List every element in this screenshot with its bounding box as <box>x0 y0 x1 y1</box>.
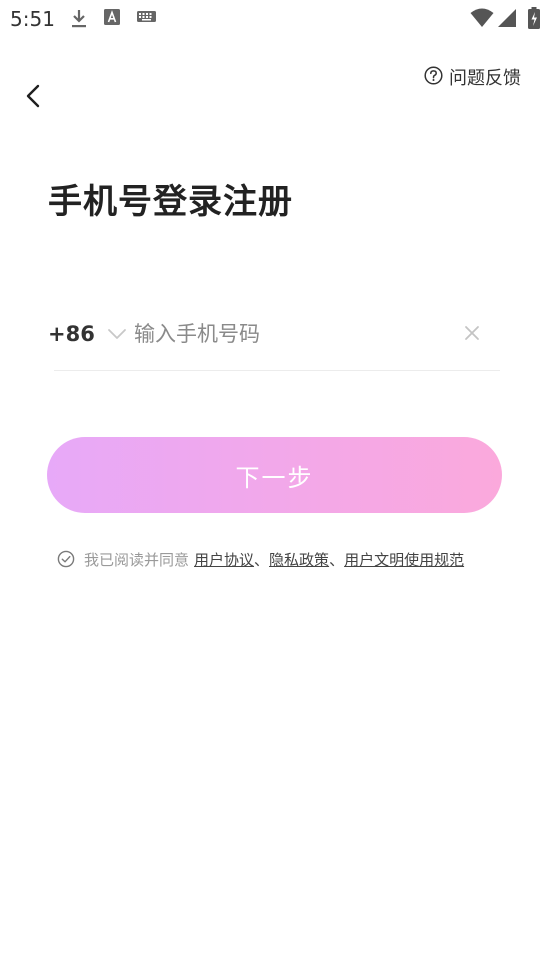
keyboard-icon <box>137 9 157 29</box>
wifi-icon <box>470 8 494 32</box>
country-code-selector[interactable]: +86 <box>48 318 127 350</box>
agreement-prefix: 我已阅读并同意 <box>84 550 190 569</box>
input-divider <box>54 370 500 371</box>
page-title: 手机号登录注册 <box>48 182 293 222</box>
signal-icon <box>497 8 517 32</box>
status-time: 5:51 <box>10 7 55 31</box>
phone-row: +86 <box>48 306 502 371</box>
close-icon <box>463 326 481 346</box>
feedback-link[interactable]: 问题反馈 <box>424 64 521 90</box>
agree-checkbox[interactable] <box>57 550 75 568</box>
back-button[interactable] <box>20 82 48 110</box>
next-button[interactable]: 下一步 <box>47 437 502 513</box>
agreement-row: 我已阅读并同意 用户协议 、 隐私政策 、 用户文明使用规范 <box>57 548 464 570</box>
phone-input[interactable] <box>134 314 444 354</box>
user-agreement-link[interactable]: 用户协议 <box>194 549 254 570</box>
status-bar: 5:51 <box>0 0 549 38</box>
privacy-policy-link[interactable]: 隐私政策 <box>269 549 329 570</box>
agreement-separator: 、 <box>329 550 345 569</box>
question-circle-icon <box>424 65 443 89</box>
agreement-separator: 、 <box>254 550 270 569</box>
country-code: +86 <box>48 322 95 346</box>
civility-guidelines-link[interactable]: 用户文明使用规范 <box>344 549 464 570</box>
feedback-label: 问题反馈 <box>449 68 521 89</box>
clear-button[interactable] <box>463 324 481 342</box>
check-circle-icon <box>57 550 75 572</box>
battery-icon <box>528 7 540 33</box>
chevron-down-icon <box>107 325 127 344</box>
chevron-left-icon <box>20 84 48 114</box>
login-page: 5:51 问题反馈 手机号登录注册 +86 输入手机号码 下一步 我已阅读并同意… <box>0 0 549 976</box>
download-icon <box>70 9 88 33</box>
a-icon <box>104 9 122 31</box>
